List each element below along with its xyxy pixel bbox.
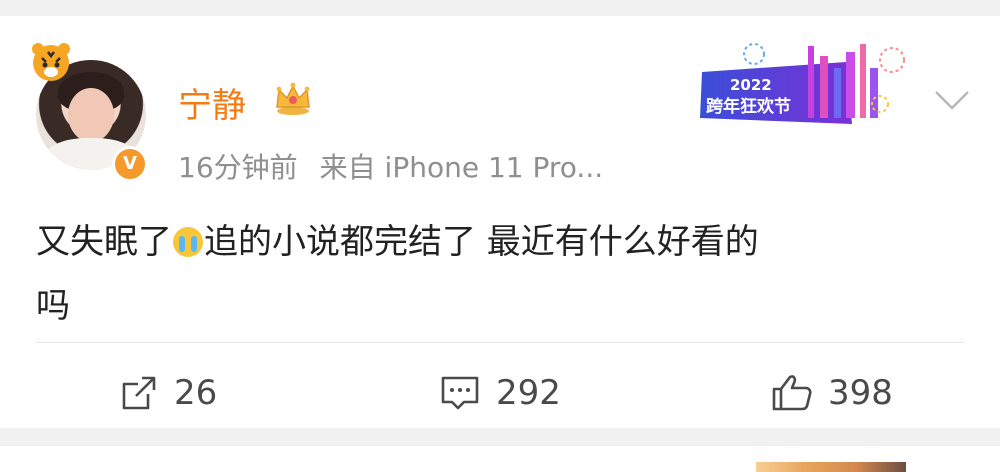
- svg-text:2022: 2022: [730, 76, 772, 94]
- action-bar: 26 292 398: [0, 354, 1000, 434]
- like-button[interactable]: 398: [770, 368, 893, 418]
- post-source[interactable]: 来自 iPhone 11 Pro...: [320, 151, 603, 184]
- author-name[interactable]: 宁静: [178, 78, 246, 127]
- post-content: 又失眠了 追的小说都完结了 最近有什么好看的 吗: [36, 222, 759, 326]
- new-year-banner[interactable]: 2022 跨年狂欢节: [696, 38, 914, 138]
- repost-count: 26: [174, 373, 218, 413]
- post-card: V 宁静 16分钟前 来自 iPhone 11 Pro... 2022 跨年狂欢…: [0, 16, 1000, 428]
- post-meta: 16分钟前 来自 iPhone 11 Pro...: [178, 146, 603, 186]
- divider: [36, 342, 964, 343]
- like-icon: [772, 375, 812, 411]
- comment-button[interactable]: 292: [438, 368, 561, 418]
- svg-text:跨年狂欢节: 跨年狂欢节: [706, 96, 791, 117]
- crown-icon[interactable]: [272, 80, 314, 116]
- next-post-card: [0, 446, 1000, 472]
- comment-icon: [441, 376, 479, 410]
- chevron-down-icon[interactable]: [932, 88, 972, 112]
- verified-badge: V: [112, 146, 148, 182]
- repost-icon: [122, 376, 156, 410]
- post-time: 16分钟前: [178, 151, 298, 184]
- like-count: 398: [828, 373, 893, 413]
- repost-button[interactable]: 26: [118, 368, 217, 418]
- comment-count: 292: [496, 373, 561, 413]
- next-post-image[interactable]: [756, 462, 906, 472]
- tiger-avatar-frame-icon: [32, 43, 70, 81]
- crying-emoji-icon: [173, 227, 203, 257]
